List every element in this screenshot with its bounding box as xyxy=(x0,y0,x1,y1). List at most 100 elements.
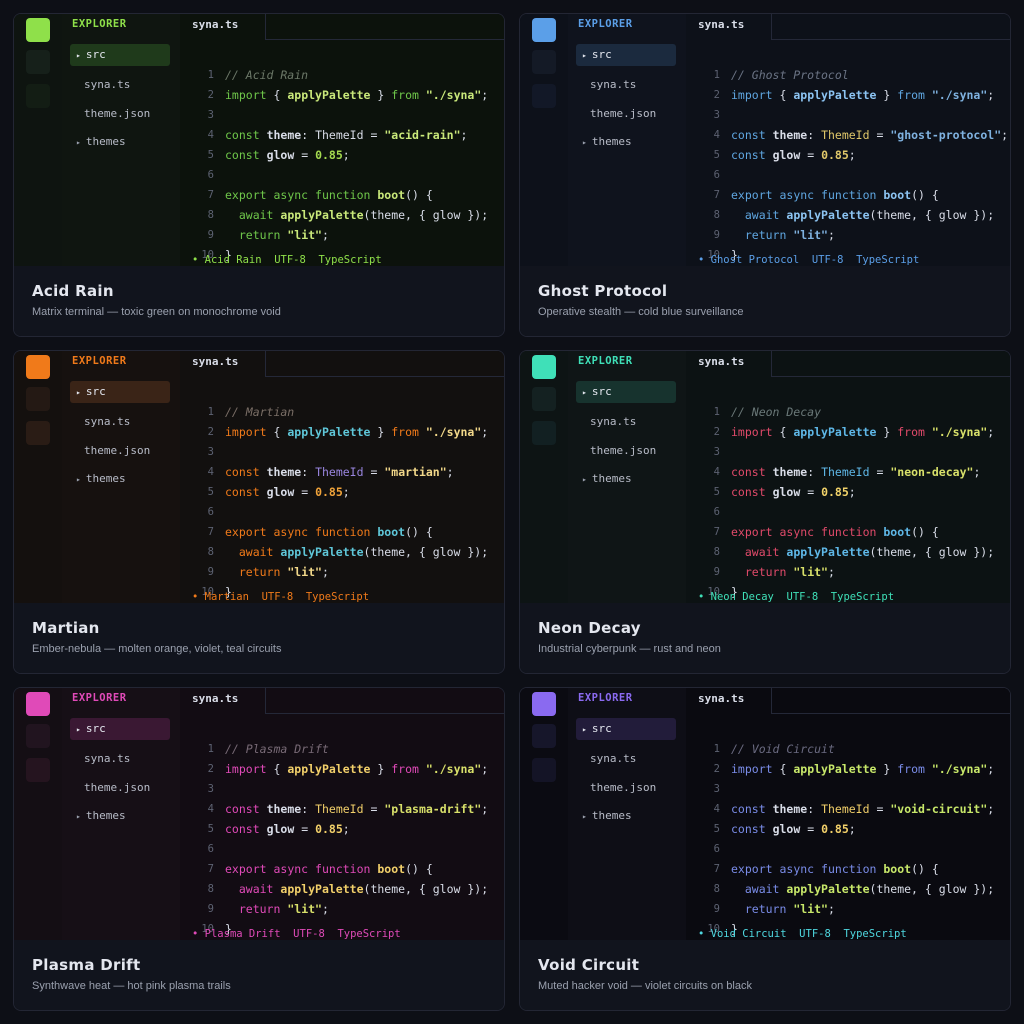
code-line: // Plasma Drift xyxy=(225,742,329,756)
theme-card[interactable]: EXPLORER ▸ src syna.ts theme.json ▸ themes syna… xyxy=(519,350,1011,674)
tab-bar: syna.ts xyxy=(180,14,504,40)
code-token: boot xyxy=(883,525,912,539)
palette-swatch[interactable] xyxy=(564,673,584,674)
palette-swatch[interactable] xyxy=(564,336,584,337)
file-tree-item-src[interactable]: ▸ src xyxy=(576,718,676,740)
activity-icon[interactable] xyxy=(26,387,50,411)
palette-swatch[interactable] xyxy=(590,673,610,674)
palette-swatch[interactable] xyxy=(590,1010,610,1011)
palette-swatch[interactable] xyxy=(616,1010,636,1011)
activity-icon[interactable] xyxy=(532,84,556,108)
theme-card[interactable]: EXPLORER ▸ src syna.ts theme.json ▸ themes syna… xyxy=(519,687,1011,1011)
file-tree-item-theme[interactable]: theme.json xyxy=(70,777,170,799)
file-tree-item-theme[interactable]: theme.json xyxy=(70,440,170,462)
palette-swatch[interactable] xyxy=(642,673,662,674)
code-token: = xyxy=(370,128,378,142)
palette-swatch[interactable] xyxy=(162,336,182,337)
tab-syna-ts[interactable]: syna.ts xyxy=(686,688,772,714)
file-tree-item-syna[interactable]: syna.ts xyxy=(70,74,170,96)
palette-swatch[interactable] xyxy=(616,336,636,337)
line-number: 2 xyxy=(207,89,214,101)
palette-swatch[interactable] xyxy=(32,336,52,337)
palette-swatch[interactable] xyxy=(84,1010,104,1011)
file-tree-item-themes[interactable]: ▸ themes xyxy=(70,131,170,153)
palette-swatch[interactable] xyxy=(32,1010,52,1011)
code-token: ; xyxy=(848,485,856,499)
file-tree-item-syna[interactable]: syna.ts xyxy=(576,411,676,433)
palette-swatch[interactable] xyxy=(136,673,156,674)
chevron-right-icon: ▸ xyxy=(76,812,81,821)
file-tree-item-theme[interactable]: theme.json xyxy=(576,777,676,799)
file-tree-item-themes[interactable]: ▸ themes xyxy=(70,468,170,490)
tab-syna-ts[interactable]: syna.ts xyxy=(686,14,772,40)
file-tree-item-themes[interactable]: ▸ themes xyxy=(70,805,170,827)
palette-swatch[interactable] xyxy=(616,673,636,674)
line-number: 6 xyxy=(713,169,720,181)
palette-swatch[interactable] xyxy=(110,673,130,674)
activity-icon[interactable] xyxy=(532,387,556,411)
tab-syna-ts[interactable]: syna.ts xyxy=(180,688,266,714)
theme-card[interactable]: EXPLORER ▸ src syna.ts theme.json ▸ themes syna… xyxy=(13,350,505,674)
theme-card[interactable]: EXPLORER ▸ src syna.ts theme.json ▸ themes syna… xyxy=(13,13,505,337)
palette-swatch[interactable] xyxy=(84,673,104,674)
file-tree-item-syna[interactable]: syna.ts xyxy=(70,748,170,770)
activity-icon[interactable] xyxy=(26,84,50,108)
tab-syna-ts[interactable]: syna.ts xyxy=(180,351,266,377)
status-language: TypeScript xyxy=(305,591,370,603)
file-tree-item-src[interactable]: ▸ src xyxy=(576,381,676,403)
palette-swatch[interactable] xyxy=(84,336,104,337)
palette-swatch[interactable] xyxy=(590,336,610,337)
activity-icon[interactable] xyxy=(532,421,556,445)
activity-icon[interactable] xyxy=(26,50,50,74)
code-token: (theme, { glow }); xyxy=(869,545,995,559)
theme-name: Void Circuit xyxy=(538,956,640,974)
palette-swatch[interactable] xyxy=(110,336,130,337)
palette-swatch[interactable] xyxy=(538,673,558,674)
activity-icon[interactable] xyxy=(26,758,50,782)
activity-icon[interactable] xyxy=(532,724,556,748)
theme-card[interactable]: EXPLORER ▸ src syna.ts theme.json ▸ themes syna… xyxy=(13,687,505,1011)
file-tree-item-src[interactable]: ▸ src xyxy=(576,44,676,66)
file-tree-item-src[interactable]: ▸ src xyxy=(70,44,170,66)
palette-swatch[interactable] xyxy=(642,1010,662,1011)
file-tree-item-theme[interactable]: theme.json xyxy=(70,103,170,125)
file-tree-item-theme[interactable]: theme.json xyxy=(576,103,676,125)
palette-swatch[interactable] xyxy=(110,1010,130,1011)
palette-swatch[interactable] xyxy=(668,336,688,337)
palette-swatch[interactable] xyxy=(58,673,78,674)
tab-bar: syna.ts xyxy=(180,351,504,377)
file-tree-item-syna[interactable]: syna.ts xyxy=(576,748,676,770)
code-token: async xyxy=(779,188,815,202)
code-token: ; xyxy=(987,762,995,776)
code-token: applyPalette xyxy=(280,208,364,222)
tab-syna-ts[interactable]: syna.ts xyxy=(686,351,772,377)
palette-swatch[interactable] xyxy=(668,1010,688,1011)
activity-icon[interactable] xyxy=(532,50,556,74)
palette-swatch[interactable] xyxy=(58,336,78,337)
palette-swatch[interactable] xyxy=(564,1010,584,1011)
activity-icon[interactable] xyxy=(532,758,556,782)
activity-icon[interactable] xyxy=(26,421,50,445)
palette-swatch[interactable] xyxy=(538,336,558,337)
tab-syna-ts[interactable]: syna.ts xyxy=(180,14,266,40)
file-tree-item-themes[interactable]: ▸ themes xyxy=(576,131,676,153)
palette-swatch[interactable] xyxy=(668,673,688,674)
palette-swatch[interactable] xyxy=(58,1010,78,1011)
code-token: = xyxy=(876,802,884,816)
file-tree-item-syna[interactable]: syna.ts xyxy=(70,411,170,433)
file-tree-item-themes[interactable]: ▸ themes xyxy=(576,468,676,490)
palette-swatch[interactable] xyxy=(136,336,156,337)
file-tree-item-themes[interactable]: ▸ themes xyxy=(576,805,676,827)
activity-icon[interactable] xyxy=(26,724,50,748)
theme-card[interactable]: EXPLORER ▸ src syna.ts theme.json ▸ themes syna… xyxy=(519,13,1011,337)
file-tree-item-theme[interactable]: theme.json xyxy=(576,440,676,462)
palette-swatch[interactable] xyxy=(136,1010,156,1011)
palette-swatch[interactable] xyxy=(538,1010,558,1011)
palette-swatch[interactable] xyxy=(162,673,182,674)
palette-swatch[interactable] xyxy=(162,1010,182,1011)
palette-swatch[interactable] xyxy=(32,673,52,674)
file-tree-item-src[interactable]: ▸ src xyxy=(70,718,170,740)
palette-swatch[interactable] xyxy=(642,336,662,337)
file-tree-item-syna[interactable]: syna.ts xyxy=(576,74,676,96)
file-tree-item-src[interactable]: ▸ src xyxy=(70,381,170,403)
